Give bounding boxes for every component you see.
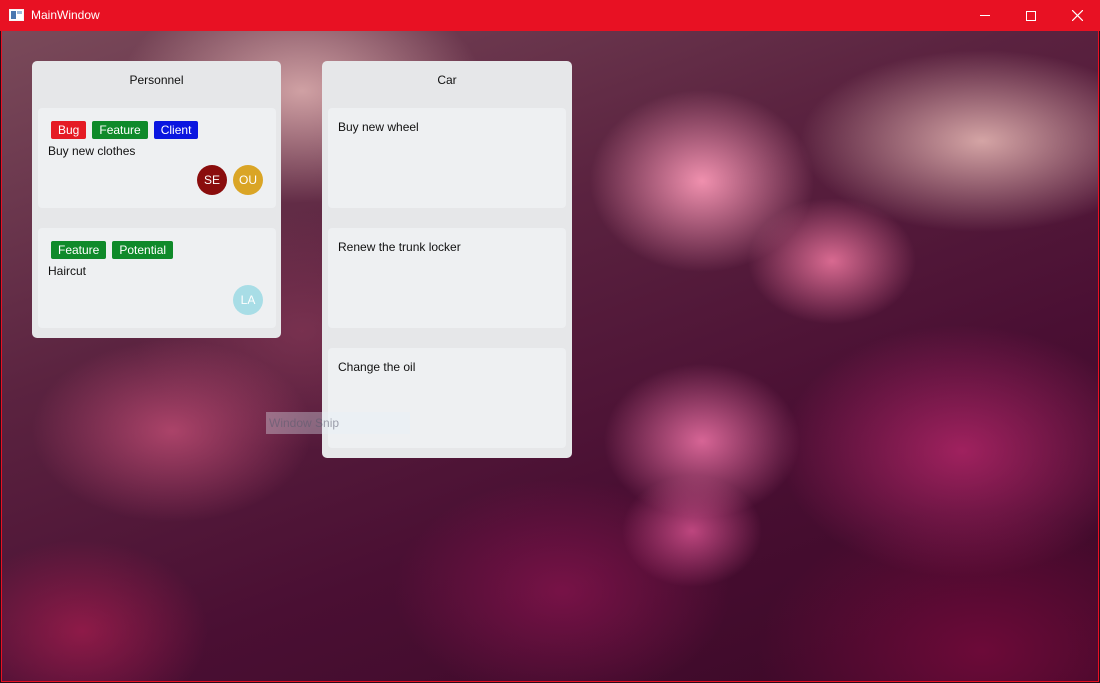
column-personnel: Personnel Bug Feature Client Buy new clo… xyxy=(32,61,281,338)
assignee-list: LA xyxy=(227,285,263,315)
assignee-list: SE OU xyxy=(191,165,263,195)
maximize-button[interactable] xyxy=(1008,0,1054,31)
column-car: Car Buy new wheel Renew the trunk locker… xyxy=(322,61,572,458)
app-window-icon xyxy=(9,9,24,21)
tag-bug[interactable]: Bug xyxy=(51,121,87,139)
window-content: Personnel Bug Feature Client Buy new clo… xyxy=(1,31,1099,682)
tag-client[interactable]: Client xyxy=(153,121,199,139)
tag-list: Feature Potential xyxy=(51,241,179,259)
task-card[interactable]: Buy new wheel xyxy=(328,108,566,208)
window-title: MainWindow xyxy=(31,8,100,22)
card-title: Renew the trunk locker xyxy=(338,240,461,254)
avatar[interactable]: LA xyxy=(233,285,263,315)
avatar[interactable]: OU xyxy=(233,165,263,195)
close-icon xyxy=(1071,10,1083,21)
task-card[interactable]: Feature Potential Haircut LA xyxy=(38,228,276,328)
card-title: Change the oil xyxy=(338,360,416,374)
close-button[interactable] xyxy=(1054,0,1100,31)
column-title: Car xyxy=(437,73,457,87)
card-title: Haircut xyxy=(48,264,87,278)
minimize-button[interactable] xyxy=(962,0,1008,31)
tag-feature[interactable]: Feature xyxy=(92,121,148,139)
task-card[interactable]: Renew the trunk locker xyxy=(328,228,566,328)
tag-list: Bug Feature Client xyxy=(51,121,204,139)
avatar[interactable]: SE xyxy=(197,165,227,195)
card-title: Buy new clothes xyxy=(48,144,136,158)
maximize-icon xyxy=(1026,10,1036,21)
tag-potential[interactable]: Potential xyxy=(112,241,174,259)
minimize-icon xyxy=(980,15,990,16)
task-card[interactable]: Bug Feature Client Buy new clothes SE OU xyxy=(38,108,276,208)
column-title: Personnel xyxy=(129,73,184,87)
card-title: Buy new wheel xyxy=(338,120,419,134)
title-bar[interactable]: MainWindow xyxy=(0,0,1100,31)
tag-feature[interactable]: Feature xyxy=(51,241,107,259)
window-snip-overlay: Window Snip xyxy=(266,412,410,434)
